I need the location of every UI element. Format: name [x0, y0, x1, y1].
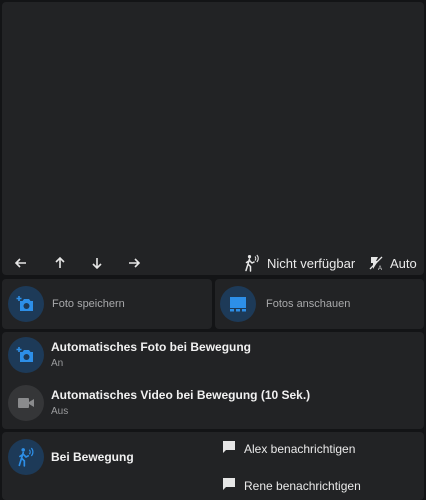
view-photos-label: Fotos anschauen [266, 298, 351, 310]
notify-rene-button[interactable]: Rene benachrichtigen [222, 477, 361, 494]
motion-status[interactable]: Nicht verfügbar [243, 252, 355, 274]
automation-list: Automatisches Foto bei Bewegung An Autom… [2, 332, 424, 429]
message-icon [222, 477, 236, 494]
notify-rene-label: Rene benachrichtigen [244, 478, 361, 493]
gallery-icon [220, 286, 256, 322]
motion-trigger[interactable]: Bei Bewegung [8, 439, 134, 475]
auto-flash-icon: A [368, 255, 384, 271]
arrow-right-icon [127, 256, 141, 270]
tilt-up-button[interactable] [53, 252, 67, 274]
arrow-left-icon [14, 256, 28, 270]
save-photo-tile[interactable]: Foto speichern [2, 279, 212, 329]
camera-plus-icon [8, 286, 44, 322]
arrow-down-icon [90, 256, 104, 270]
save-photo-label: Foto speichern [52, 298, 125, 310]
motion-label: Bei Bewegung [51, 450, 134, 464]
camera-view: Nicht verfügbar A Auto [2, 2, 424, 275]
pan-left-button[interactable] [14, 252, 28, 274]
auto-video-toggle[interactable]: Automatisches Video bei Bewegung (10 Sek… [8, 385, 310, 421]
auto-video-title: Automatisches Video bei Bewegung (10 Sek… [51, 387, 311, 402]
camera-plus-icon [8, 337, 44, 373]
notify-alex-label: Alex benachrichtigen [244, 441, 356, 456]
mode-auto-button[interactable]: A Auto [368, 252, 417, 274]
motion-sensor-icon [8, 439, 44, 475]
message-icon [222, 440, 236, 457]
pan-right-button[interactable] [127, 252, 141, 274]
motion-section: Bei Bewegung Alex benachrichtigen Rene b… [2, 432, 424, 500]
view-photos-tile[interactable]: Fotos anschauen [215, 279, 424, 329]
arrow-up-icon [53, 256, 67, 270]
auto-photo-state: An [51, 357, 64, 369]
video-icon [8, 385, 44, 421]
svg-text:A: A [378, 266, 382, 271]
notify-alex-button[interactable]: Alex benachrichtigen [222, 440, 355, 457]
auto-photo-title: Automatisches Foto bei Bewegung [51, 339, 252, 354]
motion-sensor-icon [243, 254, 261, 272]
tilt-down-button[interactable] [90, 252, 104, 274]
mode-label: Auto [390, 255, 417, 271]
auto-video-state: Aus [51, 405, 69, 417]
motion-status-label: Nicht verfügbar [267, 255, 356, 271]
auto-photo-toggle[interactable]: Automatisches Foto bei Bewegung An [8, 337, 251, 373]
